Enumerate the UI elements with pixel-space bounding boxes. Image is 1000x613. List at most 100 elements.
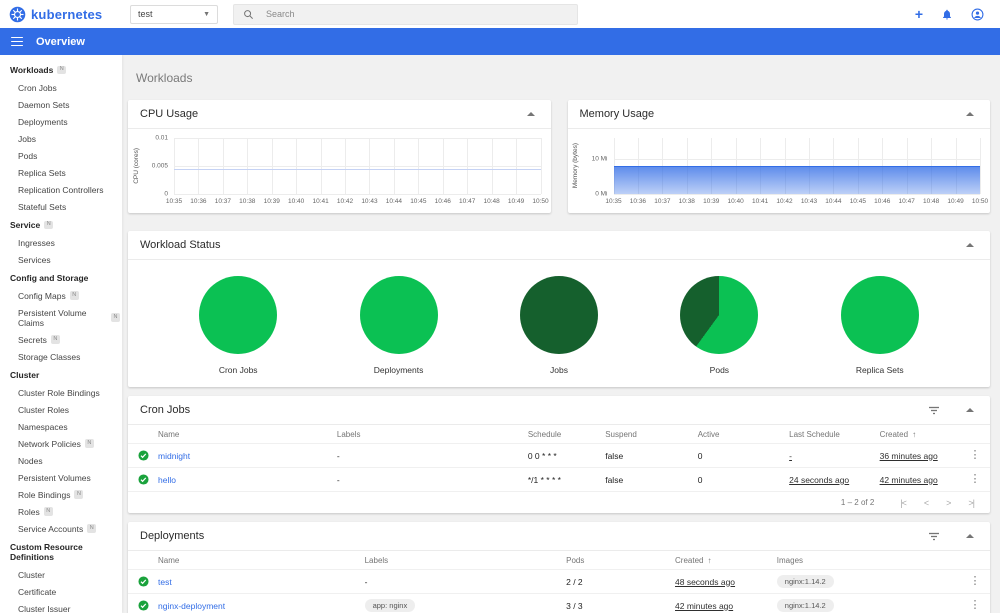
namespaced-badge: N — [69, 291, 79, 300]
sidebar-item-network-policies[interactable]: Network Policies N — [0, 435, 122, 452]
sidebar-item-services[interactable]: Services — [0, 251, 122, 268]
item-label: Replication Controllers — [18, 184, 104, 195]
sidebar-section-workloads[interactable]: Workloads N — [0, 60, 122, 79]
col-suspend[interactable]: Suspend — [605, 430, 697, 439]
pagination-range: 1 – 2 of 2 — [840, 498, 875, 507]
x-tick-label: 10:42 — [776, 198, 793, 205]
row-menu-icon[interactable]: ⋮ — [960, 474, 990, 485]
x-tick-label: 10:36 — [629, 198, 647, 205]
item-label: Service Accounts — [18, 523, 84, 534]
row-menu-icon[interactable]: ⋮ — [960, 450, 990, 461]
cell-last-schedule[interactable]: 24 seconds ago — [789, 475, 849, 485]
gridline — [174, 166, 541, 167]
kubernetes-logo[interactable]: kubernetes — [0, 6, 122, 23]
col-created[interactable]: Created ↑ — [880, 430, 960, 439]
sidebar-item-role-bindings[interactable]: Role Bindings N — [0, 486, 122, 503]
pie-label: Replica Sets — [855, 365, 904, 375]
col-last-schedule[interactable]: Last Schedule — [789, 430, 879, 439]
collapse-caret-icon[interactable] — [966, 408, 974, 412]
sidebar-section-service[interactable]: Service N — [0, 215, 122, 234]
sidebar-section-crd: Custom Resource Definitions — [0, 537, 122, 566]
sidebar-item-crd-cluster-issuer[interactable]: Cluster Issuer — [0, 600, 122, 613]
col-pods[interactable]: Pods — [566, 556, 675, 565]
item-label: Cluster Role Bindings — [18, 387, 100, 398]
item-label: Namespaces — [18, 421, 68, 432]
sidebar-item-crd-certificate[interactable]: Certificate — [0, 583, 122, 600]
cell-created[interactable]: 48 seconds ago — [675, 577, 735, 587]
deployment-link[interactable]: test — [158, 577, 365, 587]
account-user-icon[interactable] — [971, 8, 984, 21]
caret-down-icon: ▼ — [203, 10, 210, 18]
x-tick-label: 10:45 — [410, 198, 427, 205]
last-page-icon[interactable]: >| — [968, 498, 975, 508]
sidebar-item-replication-controllers[interactable]: Replication Controllers — [0, 181, 122, 198]
col-name[interactable]: Name — [158, 430, 337, 439]
sidebar-item-cluster-role-bindings[interactable]: Cluster Role Bindings — [0, 384, 122, 401]
item-label: Stateful Sets — [18, 201, 67, 212]
cell-created[interactable]: 36 minutes ago — [880, 451, 938, 461]
row-menu-icon[interactable]: ⋮ — [960, 576, 990, 587]
jobs-pie-chart — [519, 276, 598, 354]
sidebar-item-nodes[interactable]: Nodes — [0, 452, 122, 469]
cell-created[interactable]: 42 minutes ago — [880, 475, 938, 485]
sidebar-item-replica-sets[interactable]: Replica Sets — [0, 164, 122, 181]
next-page-icon[interactable]: > — [946, 498, 951, 508]
sidebar-item-secrets[interactable]: Secrets N — [0, 331, 122, 348]
sidebar-item-persistent-volumes[interactable]: Persistent Volumes — [0, 469, 122, 486]
prev-page-icon[interactable]: < — [924, 498, 929, 508]
sidebar-item-namespaces[interactable]: Namespaces — [0, 418, 122, 435]
collapse-caret-icon[interactable] — [966, 243, 974, 247]
namespaced-badge: N — [57, 65, 67, 75]
sidebar-item-cluster-roles[interactable]: Cluster Roles — [0, 401, 122, 418]
workload-pie: Replica Sets — [815, 276, 945, 375]
col-schedule[interactable]: Schedule — [528, 430, 605, 439]
col-created[interactable]: Created ↑ — [675, 556, 777, 565]
col-active[interactable]: Active — [698, 430, 789, 439]
filter-list-icon[interactable] — [928, 532, 940, 541]
sidebar-item-service-accounts[interactable]: Service Accounts N — [0, 520, 122, 537]
collapse-caret-icon[interactable] — [966, 112, 974, 116]
sidebar-item-stateful-sets[interactable]: Stateful Sets — [0, 198, 122, 215]
sidebar-section-config-storage: Config and Storage — [0, 268, 122, 287]
sidebar-item-crd-cluster[interactable]: Cluster — [0, 566, 122, 583]
sidebar-item-daemon-sets[interactable]: Daemon Sets — [0, 96, 122, 113]
x-tick-label: 10:50 — [971, 198, 989, 205]
filter-list-icon[interactable] — [928, 406, 940, 415]
sidebar-item-cron-jobs[interactable]: Cron Jobs — [0, 79, 122, 96]
col-labels[interactable]: Labels — [365, 556, 567, 565]
collapse-caret-icon[interactable] — [526, 112, 535, 116]
x-tick-label: 10:44 — [825, 198, 842, 205]
col-images[interactable]: Images — [777, 556, 960, 565]
deployment-link[interactable]: nginx-deployment — [158, 601, 365, 611]
deployments-card: Deployments Name Labels Pods Created ↑ Im… — [128, 522, 990, 613]
sidebar-item-pods[interactable]: Pods — [0, 147, 122, 164]
cell-created[interactable]: 42 minutes ago — [675, 601, 733, 611]
search-icon — [244, 9, 253, 19]
sidebar-item-deployments[interactable]: Deployments — [0, 113, 122, 130]
x-tick-label: 10:43 — [800, 198, 818, 205]
create-resource-button[interactable]: + — [915, 7, 923, 21]
search-bar[interactable] — [233, 3, 578, 25]
gridline — [174, 194, 541, 195]
collapse-caret-icon[interactable] — [966, 534, 974, 538]
sidebar-item-persistent-volume-claims[interactable]: Persistent Volume Claims N — [0, 304, 122, 331]
col-labels[interactable]: Labels — [337, 430, 528, 439]
sidebar-item-ingresses[interactable]: Ingresses — [0, 234, 122, 251]
sidebar-item-config-maps[interactable]: Config Maps N — [0, 287, 122, 304]
cell-last-schedule[interactable]: - — [789, 451, 792, 461]
sidebar-item-jobs[interactable]: Jobs — [0, 130, 122, 147]
row-menu-icon[interactable]: ⋮ — [960, 600, 990, 611]
notifications-bell-icon[interactable] — [941, 8, 953, 21]
cron-job-link[interactable]: hello — [158, 475, 337, 485]
first-page-icon[interactable]: |< — [900, 498, 907, 508]
col-name[interactable]: Name — [158, 556, 365, 565]
namespace-selector[interactable]: test ▼ — [130, 4, 218, 24]
search-input[interactable] — [266, 9, 568, 19]
pie-label: Pods — [709, 365, 730, 375]
sidebar-item-roles[interactable]: Roles N — [0, 503, 122, 520]
menu-hamburger-icon[interactable] — [11, 36, 23, 47]
cron-job-link[interactable]: midnight — [158, 451, 337, 461]
gridline — [613, 159, 980, 160]
card-header: Memory Usage — [567, 100, 990, 129]
sidebar-item-storage-classes[interactable]: Storage Classes — [0, 348, 122, 365]
